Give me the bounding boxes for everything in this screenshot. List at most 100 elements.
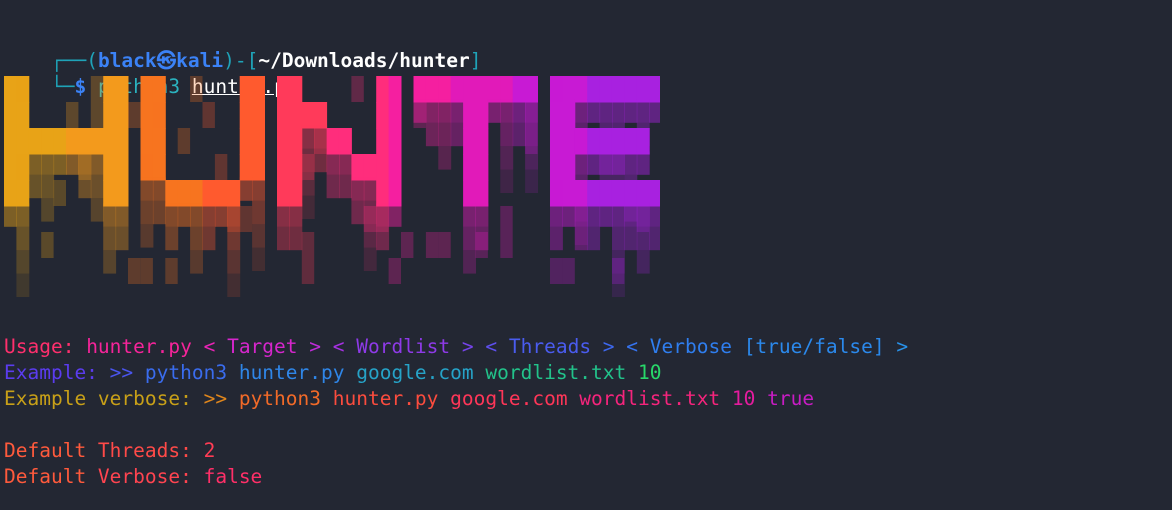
banner-pixel — [214, 203, 228, 227]
banner-pixel — [276, 154, 290, 181]
banner-pixel — [326, 128, 340, 155]
banner-pixel — [463, 180, 476, 207]
banner-pixel — [140, 76, 154, 103]
usage-segment: > — [602, 335, 627, 358]
banner-pixel — [202, 226, 216, 251]
banner-pixel — [90, 102, 104, 128]
banner-pixel — [16, 128, 30, 155]
example-segment: Example: — [4, 361, 110, 384]
banner-pixel — [16, 180, 30, 207]
banner-pixel — [152, 200, 166, 225]
banner-pixel — [190, 76, 203, 102]
banner-pixel — [425, 232, 439, 258]
banner-pixel — [301, 195, 315, 219]
banner-pixel — [28, 128, 42, 155]
banner-pixel — [475, 128, 489, 155]
banner-pixel — [289, 154, 303, 181]
banner-pixel — [53, 128, 67, 155]
banner-pixel — [475, 102, 489, 129]
banner-pixel — [649, 180, 660, 207]
banner-pixel — [562, 102, 576, 129]
banner-pixel — [438, 99, 452, 123]
banner-pixel — [363, 154, 377, 181]
banner-pixel — [636, 250, 650, 274]
banner-pixel — [611, 76, 625, 103]
banner-pixel — [16, 250, 30, 274]
banner-pixel — [16, 273, 30, 297]
banner-pixel — [16, 102, 30, 129]
banner-pixel — [438, 122, 452, 147]
example-segment: 10 — [638, 361, 662, 384]
banner-pixel — [500, 146, 514, 170]
usage-segment: Threads — [508, 335, 603, 358]
usage-segment: Usage: — [4, 335, 87, 358]
banner-pixel — [549, 203, 563, 227]
banner-pixel — [624, 226, 638, 251]
banner-pixel — [4, 102, 17, 129]
banner-pixel — [276, 102, 290, 129]
banner-pixel — [636, 180, 650, 207]
banner-pixel — [636, 128, 650, 155]
banner-pixel — [4, 154, 17, 181]
banner-pixel — [115, 154, 129, 181]
example-segment: python3 — [144, 361, 239, 384]
example-segment: google.com — [356, 361, 486, 384]
banner-pixel — [252, 177, 265, 201]
banner-pixel — [140, 128, 154, 155]
banner-pixel — [376, 76, 390, 103]
banner-pixel — [438, 146, 452, 170]
banner-pixel — [239, 206, 253, 232]
banner-pixel — [326, 151, 340, 175]
banner-pixel — [463, 226, 476, 251]
banner-pixel — [276, 180, 290, 207]
default-verbose-segment: false — [203, 465, 263, 488]
example-verbose-segment: hunter.py — [332, 387, 451, 410]
banner-pixel — [301, 258, 315, 284]
default-verbose-segment: Verbose: — [97, 465, 204, 488]
banner-pixel — [227, 250, 241, 274]
banner-pixel — [227, 180, 241, 207]
banner-pixel — [41, 151, 55, 175]
banner-pixel — [202, 102, 215, 128]
banner-pixel — [388, 258, 401, 284]
banner-pixel — [152, 76, 166, 103]
example-verbose-segment: 10 — [731, 387, 768, 410]
banner-pixel — [314, 102, 328, 129]
banner-pixel — [190, 180, 203, 207]
banner-pixel — [128, 102, 141, 128]
banner-pixel — [4, 203, 17, 227]
banner-pixel — [574, 128, 588, 154]
banner-pixel — [525, 76, 538, 103]
banner-pixel — [351, 76, 364, 102]
banner-pixel — [41, 198, 55, 222]
banner-pixel — [425, 99, 439, 123]
banner-pixel — [438, 232, 451, 258]
banner-pixel — [562, 203, 576, 227]
default-verbose-line: Default Verbose: false — [4, 464, 262, 490]
usage-segment: [true/false] — [743, 335, 897, 358]
banner-pixel — [450, 76, 464, 103]
banner-pixel — [289, 102, 303, 129]
banner-pixel — [252, 154, 265, 181]
banner-pixel — [388, 180, 402, 207]
banner-pixel — [512, 99, 526, 123]
banner-pixel — [214, 154, 228, 180]
banner-pixel — [649, 76, 660, 103]
banner-pixel — [289, 203, 303, 227]
banner-pixel — [587, 180, 601, 207]
prompt-line-2[interactable]: └─$ python3 hunter.py — [4, 48, 298, 98]
banner-pixel — [103, 226, 117, 251]
banner-pixel — [500, 99, 514, 123]
banner-pixel — [649, 226, 660, 251]
default-threads-segment: Default — [4, 439, 98, 462]
banner-pixel — [587, 128, 601, 155]
banner-pixel — [289, 180, 303, 207]
banner-pixel — [239, 154, 253, 181]
banner-pixel — [90, 151, 104, 175]
banner-pixel — [611, 258, 625, 284]
banner-pixel — [152, 102, 166, 128]
banner-pixel — [103, 180, 117, 207]
banner-pixel — [177, 180, 191, 207]
banner-pixel — [140, 102, 154, 129]
banner-pixel — [276, 226, 290, 251]
